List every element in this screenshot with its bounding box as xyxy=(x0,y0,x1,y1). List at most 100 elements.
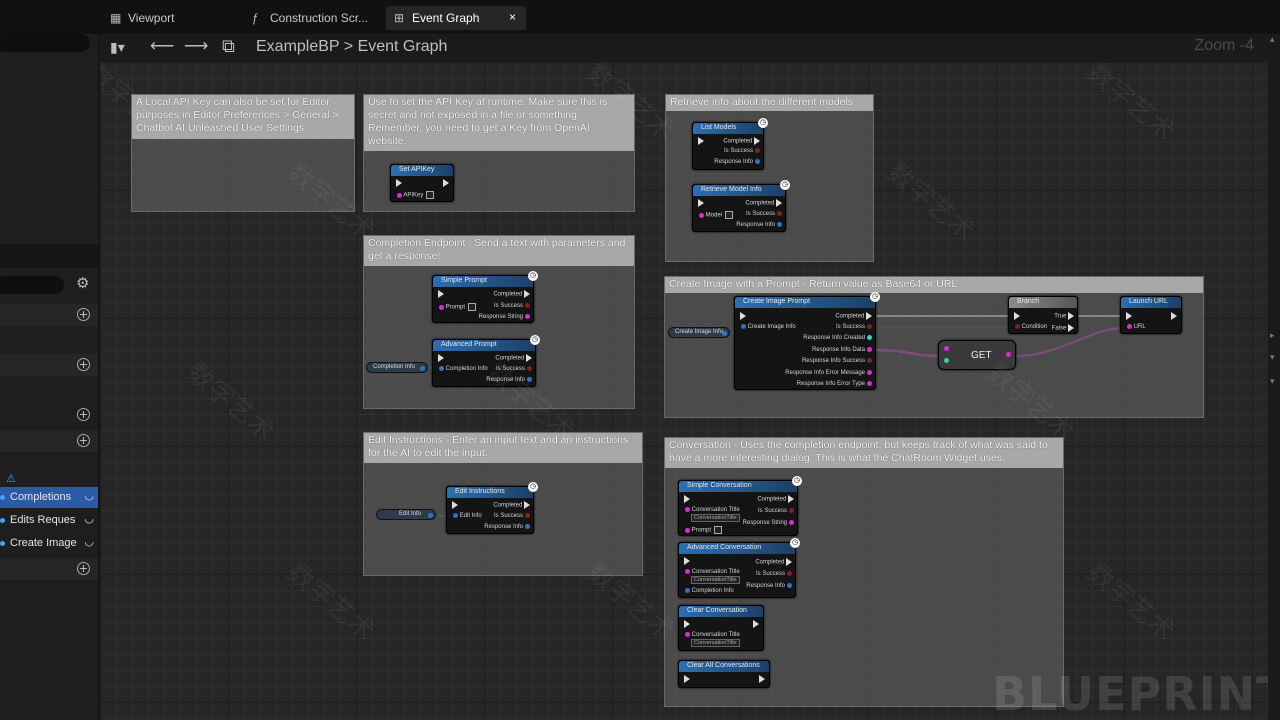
create-image-info-variable[interactable]: Create Image Info xyxy=(668,327,730,338)
breadcrumb-leaf[interactable]: Event Graph xyxy=(358,38,448,55)
node-list-models[interactable]: List Models ◷ Completed Is Success Respon… xyxy=(692,118,768,170)
completed-pin[interactable]: Completed xyxy=(755,558,792,566)
exec-in-pin[interactable] xyxy=(698,137,704,145)
false-pin[interactable]: False xyxy=(1052,324,1074,332)
exec-out-pin[interactable] xyxy=(753,620,759,628)
is-success-pin[interactable]: Is Success xyxy=(494,513,530,519)
completed-pin[interactable]: Completed xyxy=(835,312,872,320)
exec-out-pin[interactable] xyxy=(759,675,765,683)
right-scrollbar[interactable]: ▴ ▸ ▾ ▾ xyxy=(1268,34,1280,720)
bookmark-icon[interactable]: ▮▾ xyxy=(110,39,125,56)
exec-in-pin[interactable] xyxy=(1126,312,1132,320)
variable-create-image[interactable]: Create Image ◡ xyxy=(0,533,98,554)
completion-info-variable[interactable]: Completion Info xyxy=(366,362,428,373)
exec-in-pin[interactable] xyxy=(396,179,402,187)
response-info-data-pin[interactable]: Response Info Data xyxy=(812,347,872,353)
completed-pin[interactable]: Completed xyxy=(493,501,530,509)
eye-icon[interactable]: ◡ xyxy=(84,535,94,548)
section-macros[interactable]: + xyxy=(0,404,98,426)
is-success-pin[interactable]: Is Success xyxy=(756,571,792,577)
exec-in-pin[interactable] xyxy=(684,495,690,503)
gear-icon[interactable]: ⚙ xyxy=(76,274,89,292)
forward-arrow-icon[interactable]: ⟶ xyxy=(184,36,208,56)
response-info-created-pin[interactable]: Response Info Created xyxy=(803,335,872,341)
add-icon[interactable]: + xyxy=(77,357,90,371)
edit-info-pin[interactable]: Edit Info xyxy=(451,513,482,519)
search-input[interactable] xyxy=(0,34,90,52)
add-icon[interactable]: + xyxy=(77,407,90,421)
exec-out-pin[interactable] xyxy=(1171,312,1177,320)
breadcrumb-root[interactable]: ExampleBP xyxy=(256,38,339,55)
exec-in-pin[interactable] xyxy=(452,501,458,509)
response-info-pin[interactable]: Response Info xyxy=(484,524,530,530)
url-pin[interactable]: URL xyxy=(1125,324,1146,330)
variable-edits-requests[interactable]: Edits Reques ◡ xyxy=(0,510,98,531)
is-success-pin[interactable]: Is Success xyxy=(746,211,782,217)
add-icon[interactable]: + xyxy=(77,561,90,575)
exec-in-pin[interactable] xyxy=(684,620,690,628)
response-info-pin[interactable]: Response Info xyxy=(746,583,792,589)
apikey-pin[interactable]: APIKey xyxy=(395,191,435,199)
tab-event-graph[interactable]: ⊞ Event Graph × xyxy=(386,6,526,30)
model-pin[interactable]: Model xyxy=(697,211,734,219)
completed-pin[interactable]: Completed xyxy=(757,495,794,503)
conversation-title-pin[interactable]: Conversation Title ConversationTitle xyxy=(683,632,740,648)
eye-icon[interactable]: ◡ xyxy=(84,512,94,525)
prompt-pin[interactable]: Prompt xyxy=(683,526,723,534)
section-functions[interactable]: + xyxy=(0,354,98,376)
exec-in-pin[interactable] xyxy=(684,557,690,565)
is-success-pin[interactable]: Is Success xyxy=(758,508,794,514)
node-simple-conversation[interactable]: Simple Conversation ◷ Conversation Title C… xyxy=(678,476,802,536)
exec-in-pin[interactable] xyxy=(698,199,704,207)
exec-in-pin[interactable] xyxy=(684,675,690,683)
scroll-arrow-icon[interactable]: ▸ xyxy=(1270,330,1275,341)
index-pin[interactable] xyxy=(942,358,949,364)
conversation-title-pin[interactable]: Conversation Title ConversationTitle xyxy=(683,569,740,585)
response-info-pin[interactable]: Response Info xyxy=(736,222,782,228)
node-set-apikey[interactable]: Set APIKey APIKey xyxy=(390,164,454,202)
completion-info-pin[interactable]: Completion Info xyxy=(437,366,488,372)
response-info-pin[interactable]: Response Info xyxy=(714,159,760,165)
section-variables[interactable]: + xyxy=(0,430,98,452)
scroll-arrow-icon[interactable]: ▾ xyxy=(1270,376,1275,387)
node-create-image-prompt[interactable]: Create Image Prompt ◷ Create Image Info C… xyxy=(734,292,880,390)
node-launch-url[interactable]: Launch URL URL xyxy=(1120,296,1182,334)
section-event-dispatchers[interactable]: + xyxy=(0,558,98,580)
tab-viewport[interactable]: ▦ Viewport xyxy=(102,6,238,30)
comment-retrieve-models[interactable]: Retrieve info about the different models xyxy=(665,94,874,262)
my-blueprint-search-input[interactable] xyxy=(0,276,64,294)
prompt-pin[interactable]: Prompt xyxy=(437,303,477,311)
exec-in-pin[interactable] xyxy=(438,290,444,298)
exec-in-pin[interactable] xyxy=(438,354,444,362)
add-icon[interactable]: + xyxy=(77,433,90,447)
section-graphs[interactable]: + xyxy=(0,304,98,326)
completed-pin[interactable]: Completed xyxy=(493,290,530,298)
response-string-pin[interactable]: Response String xyxy=(479,314,530,320)
exec-in-pin[interactable] xyxy=(740,312,746,320)
exec-in-pin[interactable] xyxy=(1014,312,1020,320)
completed-pin[interactable]: Completed xyxy=(723,137,760,145)
create-image-info-pin[interactable]: Create Image Info xyxy=(739,324,796,330)
node-clear-all-conversations[interactable]: Clear All Conversations xyxy=(678,660,770,688)
scroll-arrow-icon[interactable]: ▾ xyxy=(1270,352,1275,363)
response-info-error-type-pin[interactable]: Response Info Error Type xyxy=(797,381,872,387)
variable-completions[interactable]: Completions ◡ xyxy=(0,487,98,508)
tab-construction-script[interactable]: ƒ Construction Scr... xyxy=(244,6,382,30)
is-success-pin[interactable]: Is Success xyxy=(836,324,872,330)
event-graph-canvas[interactable]: A Local API Key can also be set for Edit… xyxy=(100,62,1268,720)
node-branch[interactable]: Branch Condition True False xyxy=(1008,296,1078,334)
condition-pin[interactable]: Condition xyxy=(1013,324,1047,330)
response-info-success-pin[interactable]: Response Info Success xyxy=(802,358,872,364)
node-simple-prompt[interactable]: Simple Prompt ◷ Prompt Completed Is Succe… xyxy=(432,271,538,323)
exec-out-pin[interactable] xyxy=(443,179,449,187)
response-info-error-message-pin[interactable]: Response Info Error Message xyxy=(785,370,872,376)
edit-info-variable[interactable]: Edit Info xyxy=(376,509,436,520)
scroll-arrow-icon[interactable]: ▴ xyxy=(1270,34,1275,45)
back-arrow-icon[interactable]: ⟵ xyxy=(150,36,174,56)
add-icon[interactable]: + xyxy=(77,307,90,321)
node-clear-conversation[interactable]: Clear Conversation Conversation Title Con… xyxy=(678,605,764,651)
node-retrieve-model-info[interactable]: Retrieve Model Info ◷ Model Completed Is … xyxy=(692,180,790,232)
node-advanced-conversation[interactable]: Advanced Conversation ◷ Conversation Titl… xyxy=(678,538,800,598)
eye-icon[interactable]: ◡ xyxy=(84,489,94,502)
close-icon[interactable]: × xyxy=(509,10,516,24)
